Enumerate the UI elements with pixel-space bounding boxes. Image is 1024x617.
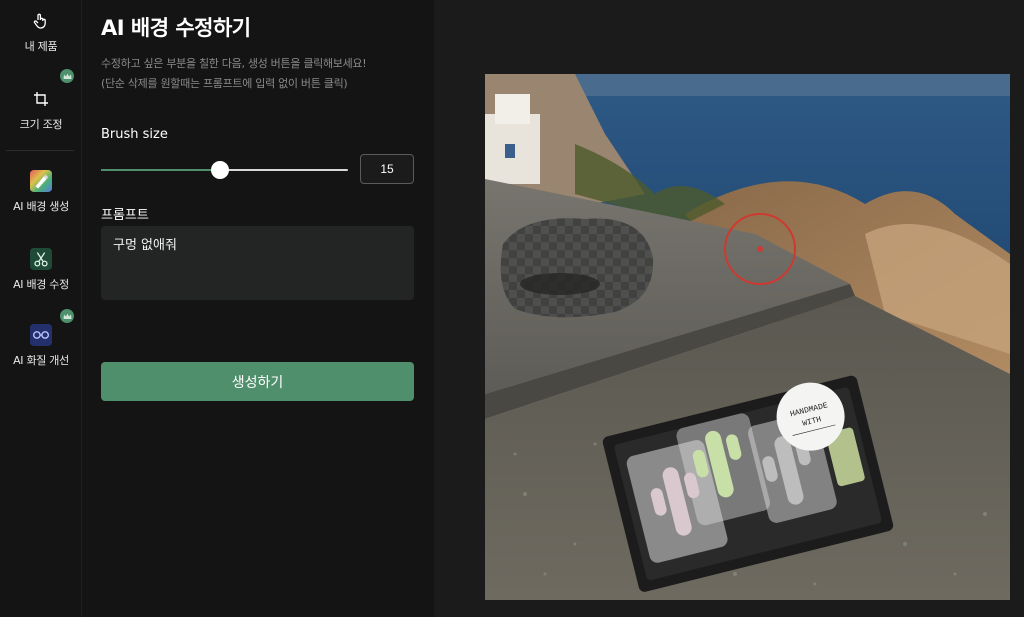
sidebar-divider	[6, 150, 74, 151]
brush-cursor	[724, 213, 796, 285]
instructions-line-1: 수정하고 싶은 부분을 칠한 다음, 생성 버튼을 클릭해보세요!	[101, 57, 367, 70]
sidebar-item-label: AI 화질 개선	[13, 354, 69, 367]
prompt-label: 프롬프트	[101, 208, 149, 223]
sidebar: 내 제품 크기 조정 AI 배경 생성 AI 배경 수정 AI 화질 개선	[0, 0, 82, 617]
sidebar-item-label: 내 제품	[24, 40, 58, 53]
hand-pointer-icon	[30, 10, 52, 32]
generate-button[interactable]: 생성하기	[101, 362, 414, 401]
instructions: 수정하고 싶은 부분을 칠한 다음, 생성 버튼을 클릭해보세요! (단순 삭제…	[101, 54, 367, 94]
sidebar-item-my-products[interactable]: 내 제품	[0, 10, 82, 54]
crown-icon	[60, 69, 74, 83]
sidebar-item-label: AI 배경 수정	[13, 278, 69, 291]
brush-size-label: Brush size	[101, 127, 168, 142]
scissors-icon	[30, 248, 52, 270]
product-photo: HANDMADE WITH	[485, 74, 1010, 600]
instructions-line-2: (단순 삭제를 원할때는 프롬프트에 입력 없이 버튼 클릭)	[101, 77, 348, 90]
edit-panel: AI 배경 수정하기 수정하고 싶은 부분을 칠한 다음, 생성 버튼을 클릭해…	[82, 0, 434, 617]
brush-size-input[interactable]: 15	[360, 154, 414, 184]
prompt-input[interactable]: 구멍 없애줘	[101, 226, 414, 300]
enhance-quality-icon	[30, 324, 52, 346]
sidebar-item-label: 크기 조정	[19, 118, 63, 131]
brush-size-slider-fill	[101, 169, 220, 171]
crop-icon	[30, 88, 52, 110]
brush-size-slider[interactable]	[101, 161, 348, 179]
brush-cursor-center	[757, 246, 763, 252]
crown-icon	[60, 309, 74, 323]
ai-background-generate-icon	[30, 170, 52, 192]
sidebar-item-ai-background-edit[interactable]: AI 배경 수정	[0, 248, 82, 292]
brush-size-slider-thumb[interactable]	[211, 161, 229, 179]
sidebar-item-label: AI 배경 생성	[13, 200, 69, 213]
sidebar-item-ai-quality-enhance[interactable]: AI 화질 개선	[0, 324, 82, 368]
editable-image[interactable]: HANDMADE WITH	[485, 74, 1010, 600]
sidebar-item-resize[interactable]: 크기 조정	[0, 88, 82, 132]
canvas-area: HANDMADE WITH	[434, 0, 1024, 617]
page-title: AI 배경 수정하기	[101, 16, 251, 40]
sidebar-item-ai-background-generate[interactable]: AI 배경 생성	[0, 170, 82, 214]
